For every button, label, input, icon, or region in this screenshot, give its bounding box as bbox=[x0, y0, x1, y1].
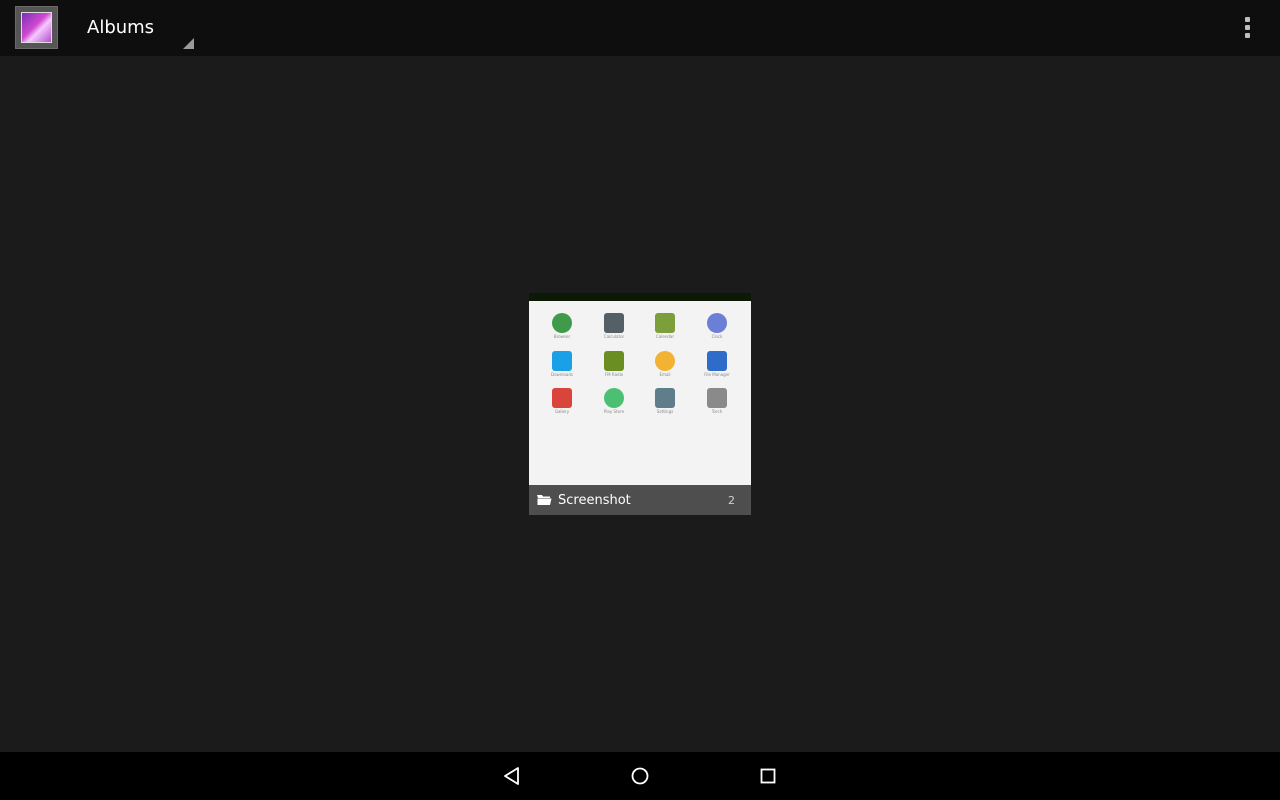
folder-icon bbox=[537, 495, 552, 505]
thumbnail-app-item: File Manager bbox=[691, 345, 743, 379]
thumbnail-app-item: Clock bbox=[691, 307, 743, 341]
thumbnail-app-item: Calculator bbox=[588, 307, 640, 341]
thumbnail-app-label: Clock bbox=[711, 334, 723, 339]
torch-icon bbox=[707, 388, 727, 408]
thumbnail-app-label: Downloads bbox=[551, 372, 573, 377]
thumbnail-app-item: Play Store bbox=[588, 382, 640, 416]
downloads-icon bbox=[552, 351, 572, 371]
thumbnail-app-item: Calendar bbox=[639, 307, 691, 341]
thumbnail-app-label: Torch bbox=[711, 409, 723, 414]
clock-icon bbox=[707, 313, 727, 333]
spinner-dropdown-icon[interactable] bbox=[183, 38, 194, 49]
radio-icon bbox=[604, 351, 624, 371]
thumbnail-app-item: Email bbox=[639, 345, 691, 379]
album-thumbnail: Browser Calculator Calendar Clock Downloads F… bbox=[529, 301, 751, 485]
thumbnail-app-item: Downloads bbox=[536, 345, 588, 379]
navigation-bar bbox=[0, 752, 1280, 800]
calculator-icon bbox=[604, 313, 624, 333]
thumbnail-status-strip bbox=[529, 293, 751, 301]
thumbnail-app-item: Gallery bbox=[536, 382, 588, 416]
album-name: Screenshot bbox=[558, 493, 631, 508]
thumbnail-app-item: FM Radio bbox=[588, 345, 640, 379]
album-tile[interactable]: Browser Calculator Calendar Clock Downloads F… bbox=[529, 293, 751, 515]
album-footer: Screenshot 2 bbox=[529, 485, 751, 515]
recents-icon[interactable] bbox=[756, 764, 780, 788]
thumbnail-app-label: File Manager bbox=[704, 372, 730, 377]
thumbnail-app-label: Email bbox=[659, 372, 671, 377]
thumbnail-app-label: Play Store bbox=[603, 409, 625, 414]
settings-icon bbox=[655, 388, 675, 408]
back-icon[interactable] bbox=[500, 764, 524, 788]
file-manager-icon bbox=[707, 351, 727, 371]
play-store-icon bbox=[604, 388, 624, 408]
action-bar: Albums bbox=[0, 0, 1280, 56]
gallery-icon[interactable] bbox=[15, 6, 58, 49]
thumbnail-app-item: Torch bbox=[691, 382, 743, 416]
email-icon bbox=[655, 351, 675, 371]
overflow-menu-icon[interactable] bbox=[1237, 12, 1259, 44]
page-title[interactable]: Albums bbox=[87, 17, 154, 39]
home-icon[interactable] bbox=[628, 764, 652, 788]
thumbnail-app-label: Gallery bbox=[554, 409, 570, 414]
thumbnail-app-label: Browser bbox=[553, 334, 571, 339]
thumbnail-app-label: Settings bbox=[656, 409, 674, 414]
thumbnail-app-label: Calculator bbox=[603, 334, 625, 339]
album-count: 2 bbox=[728, 494, 735, 507]
thumbnail-app-label: Calendar bbox=[656, 334, 674, 339]
browser-icon bbox=[552, 313, 572, 333]
gallery-app-icon bbox=[552, 388, 572, 408]
thumbnail-app-label: FM Radio bbox=[604, 372, 624, 377]
thumbnail-app-item: Settings bbox=[639, 382, 691, 416]
calendar-icon bbox=[655, 313, 675, 333]
thumbnail-app-item: Browser bbox=[536, 307, 588, 341]
